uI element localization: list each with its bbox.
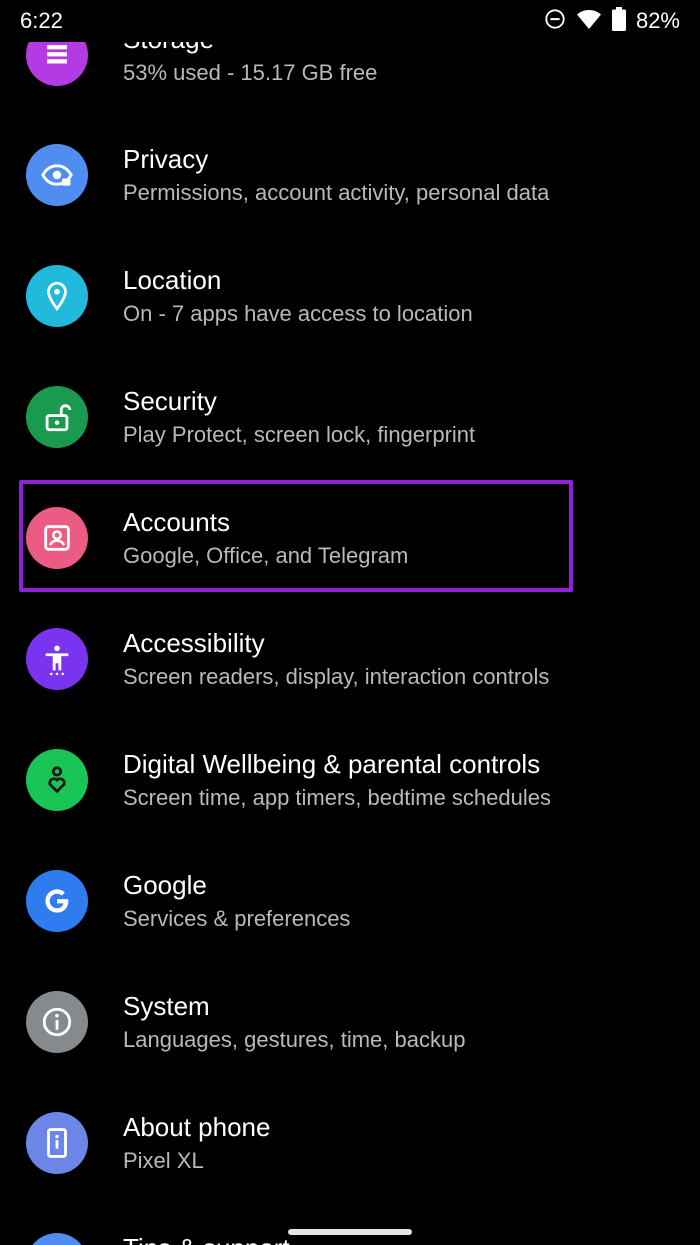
settings-item-system[interactable]: System Languages, gestures, time, backup: [0, 960, 700, 1081]
settings-item-subtitle: Languages, gestures, time, backup: [123, 1027, 466, 1052]
settings-item-location[interactable]: Location On - 7 apps have access to loca…: [0, 234, 700, 355]
location-pin-icon: [26, 265, 88, 327]
settings-item-title: Tips & support: [123, 1233, 290, 1245]
settings-item-privacy[interactable]: Privacy Permissions, account activity, p…: [0, 113, 700, 234]
gesture-nav-bar[interactable]: [288, 1229, 412, 1235]
settings-item-accounts[interactable]: Accounts Google, Office, and Telegram: [0, 476, 700, 597]
settings-item-tips-support[interactable]: Tips & support: [0, 1202, 700, 1245]
settings-item-subtitle: Google, Office, and Telegram: [123, 543, 409, 568]
info-icon: [26, 991, 88, 1053]
unlock-icon: [26, 386, 88, 448]
settings-item-title: Digital Wellbeing & parental controls: [123, 749, 541, 779]
settings-item-title: Security: [123, 386, 217, 416]
settings-item-title: Google: [123, 870, 207, 900]
settings-item-accessibility[interactable]: Accessibility Screen readers, display, i…: [0, 597, 700, 718]
settings-item-subtitle: Screen readers, display, interaction con…: [123, 664, 550, 689]
wellbeing-heart-icon: [26, 749, 88, 811]
settings-item-title: Accessibility: [123, 628, 265, 658]
google-g-icon: [26, 870, 88, 932]
phone-info-icon: [26, 1112, 88, 1174]
settings-item-subtitle: 53% used - 15.17 GB free: [123, 60, 378, 85]
settings-item-security[interactable]: Security Play Protect, screen lock, fing…: [0, 355, 700, 476]
settings-item-subtitle: Permissions, account activity, personal …: [123, 180, 550, 205]
settings-item-title: System: [123, 991, 210, 1021]
settings-item-google[interactable]: Google Services & preferences: [0, 839, 700, 960]
settings-item-subtitle: Services & preferences: [123, 906, 351, 931]
status-bar: 6:22 82%: [0, 0, 700, 42]
settings-item-subtitle: Play Protect, screen lock, fingerprint: [123, 422, 476, 447]
settings-item-title: Location: [123, 265, 222, 295]
settings-item-subtitle: Screen time, app timers, bedtime schedul…: [123, 785, 551, 810]
help-icon: [26, 1233, 88, 1245]
status-icons: 82%: [544, 6, 680, 36]
status-time: 6:22: [20, 8, 63, 33]
settings-item-subtitle: On - 7 apps have access to location: [123, 301, 473, 326]
settings-item-title: About phone: [123, 1112, 271, 1142]
account-box-icon: [26, 507, 88, 569]
settings-item-digital-wellbeing[interactable]: Digital Wellbeing & parental controls Sc…: [0, 718, 700, 839]
settings-list: Storage 53% used - 15.17 GB free Privacy…: [0, 0, 700, 1245]
settings-item-about-phone[interactable]: About phone Pixel XL: [0, 1081, 700, 1202]
settings-item-title: Privacy: [123, 144, 209, 174]
do-not-disturb-icon: [544, 8, 566, 35]
wifi-icon: [576, 8, 602, 35]
settings-item-subtitle: Pixel XL: [123, 1148, 204, 1173]
accessibility-icon: [26, 628, 88, 690]
battery-icon: [611, 6, 626, 36]
battery-percent: 82%: [635, 8, 680, 33]
settings-item-title: Accounts: [123, 507, 230, 537]
privacy-eye-icon: [26, 144, 88, 206]
